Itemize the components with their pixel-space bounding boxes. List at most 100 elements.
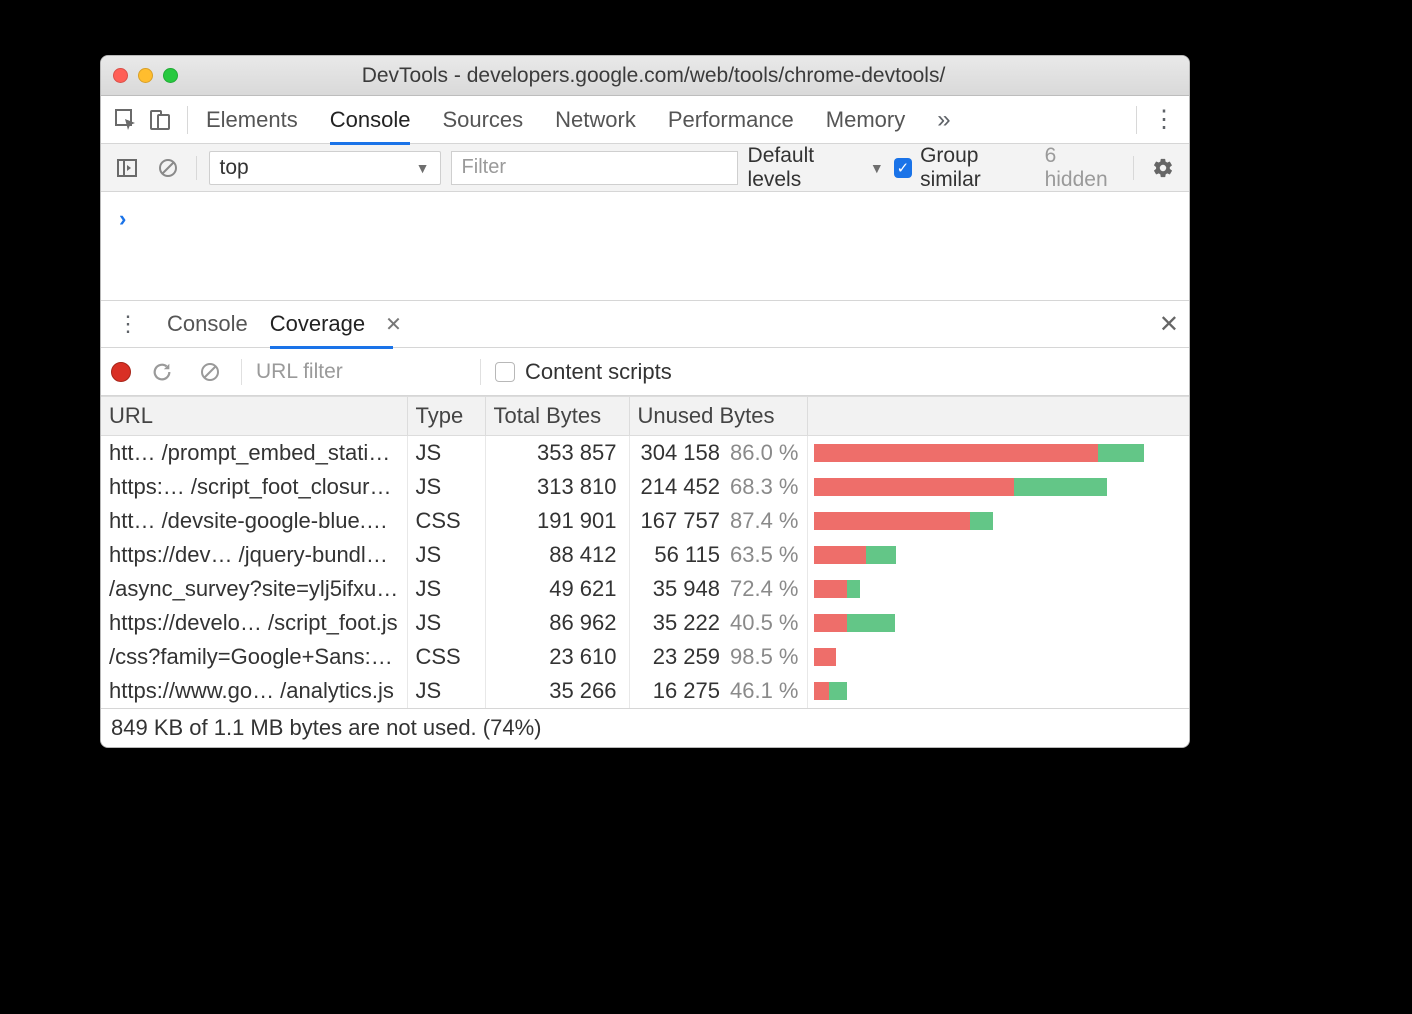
cell-url: /css?family=Google+Sans:400 [101,640,407,674]
cell-usage-bar [807,572,1189,606]
main-tabstrip: Elements Console Sources Network Perform… [101,96,1189,144]
context-value: top [220,156,249,180]
cell-type: JS [407,606,485,640]
cell-total-bytes: 88 412 [485,538,629,572]
table-header-row: URL Type Total Bytes Unused Bytes [101,397,1189,436]
table-row[interactable]: https:… /script_foot_closure.jsJS313 810… [101,470,1189,504]
divider [196,156,197,180]
cell-type: CSS [407,504,485,538]
cell-unused-bytes: 23 25998.5 % [629,640,807,674]
inspect-element-icon[interactable] [109,103,143,137]
coverage-toolbar: Content scripts [101,348,1189,396]
console-sidebar-toggle-icon[interactable] [111,151,142,185]
table-row[interactable]: /async_survey?site=ylj5ifxusvvJS49 62135… [101,572,1189,606]
group-similar-checkbox[interactable]: ✓ Group similar [894,144,1035,192]
table-row[interactable]: https://dev… /jquery-bundle.jsJS88 41256… [101,538,1189,572]
col-header-bar[interactable] [807,397,1189,436]
content-scripts-label: Content scripts [525,359,672,385]
content-scripts-checkbox[interactable]: Content scripts [495,359,672,385]
main-tabs: Elements Console Sources Network Perform… [206,97,1126,143]
table-row[interactable]: htt… /devsite-google-blue.cssCSS191 9011… [101,504,1189,538]
cell-type: JS [407,538,485,572]
col-header-unused[interactable]: Unused Bytes [629,397,807,436]
coverage-table: URL Type Total Bytes Unused Bytes htt… /… [101,396,1189,708]
cell-unused-bytes: 35 22240.5 % [629,606,807,640]
cell-total-bytes: 313 810 [485,470,629,504]
cell-usage-bar [807,538,1189,572]
titlebar: DevTools - developers.google.com/web/too… [101,56,1189,96]
levels-label: Default levels [748,144,862,192]
window-title: DevTools - developers.google.com/web/too… [190,64,1177,88]
cell-unused-bytes: 16 27546.1 % [629,674,807,708]
traffic-lights [113,68,178,83]
cell-url: https:… /script_foot_closure.js [101,470,407,504]
cell-usage-bar [807,674,1189,708]
cell-unused-bytes: 214 45268.3 % [629,470,807,504]
more-options-icon[interactable]: ⋮ [1147,103,1181,137]
url-filter-input[interactable] [256,360,466,384]
clear-icon[interactable] [193,355,227,389]
reload-icon[interactable] [145,355,179,389]
close-drawer-icon[interactable]: ✕ [1159,310,1179,339]
col-header-type[interactable]: Type [407,397,485,436]
tab-sources[interactable]: Sources [442,97,523,143]
coverage-status-bar: 849 KB of 1.1 MB bytes are not used. (74… [101,708,1189,747]
tab-network[interactable]: Network [555,97,636,143]
prompt-caret-icon: › [119,206,126,232]
close-tab-icon[interactable]: ✕ [385,312,402,337]
chevron-down-icon: ▼ [416,160,430,176]
zoom-window-button[interactable] [163,68,178,83]
log-levels-select[interactable]: Default levels ▼ [748,144,884,192]
cell-url: htt… /devsite-google-blue.css [101,504,407,538]
divider [241,359,242,385]
table-row[interactable]: https://www.go… /analytics.jsJS35 26616 … [101,674,1189,708]
tabs-overflow-button[interactable]: » [937,106,947,134]
cell-url: htt… /prompt_embed_static.js [101,436,407,471]
table-row[interactable]: https://develo… /script_foot.jsJS86 9623… [101,606,1189,640]
toggle-device-toolbar-icon[interactable] [143,103,177,137]
cell-usage-bar [807,606,1189,640]
group-similar-label: Group similar [920,144,1034,192]
cell-type: CSS [407,640,485,674]
cell-type: JS [407,674,485,708]
divider [1136,106,1137,134]
close-window-button[interactable] [113,68,128,83]
execution-context-select[interactable]: top ▼ [209,151,441,185]
col-header-url[interactable]: URL [101,397,407,436]
tab-console[interactable]: Console [330,97,411,143]
tab-elements[interactable]: Elements [206,97,298,143]
cell-url: https://dev… /jquery-bundle.js [101,538,407,572]
drawer-tab-coverage[interactable]: Coverage [270,301,365,347]
cell-url: /async_survey?site=ylj5ifxusvv [101,572,407,606]
console-settings-icon[interactable] [1148,151,1179,185]
tab-memory[interactable]: Memory [826,97,905,143]
devtools-window: DevTools - developers.google.com/web/too… [100,55,1190,748]
cell-url: https://www.go… /analytics.js [101,674,407,708]
hidden-count[interactable]: 6 hidden [1045,144,1119,192]
drawer-tab-console[interactable]: Console [167,301,248,347]
drawer-tabstrip: ⋮ Console Coverage ✕ ✕ [101,300,1189,348]
cell-url: https://develo… /script_foot.js [101,606,407,640]
console-filter-input[interactable] [451,151,738,185]
table-row[interactable]: /css?family=Google+Sans:400CSS23 61023 2… [101,640,1189,674]
cell-total-bytes: 353 857 [485,436,629,471]
cell-type: JS [407,470,485,504]
table-row[interactable]: htt… /prompt_embed_static.jsJS353 857304… [101,436,1189,471]
drawer-more-icon[interactable]: ⋮ [111,307,145,341]
record-button[interactable] [111,362,131,382]
minimize-window-button[interactable] [138,68,153,83]
cell-type: JS [407,436,485,471]
cell-unused-bytes: 167 75787.4 % [629,504,807,538]
col-header-total[interactable]: Total Bytes [485,397,629,436]
console-body[interactable]: › [101,192,1189,300]
divider [187,106,188,134]
chevron-down-icon: ▼ [870,160,884,176]
cell-unused-bytes: 35 94872.4 % [629,572,807,606]
cell-usage-bar [807,504,1189,538]
clear-console-icon[interactable] [152,151,183,185]
cell-total-bytes: 191 901 [485,504,629,538]
cell-type: JS [407,572,485,606]
cell-total-bytes: 49 621 [485,572,629,606]
checkbox-checked-icon: ✓ [894,158,912,178]
tab-performance[interactable]: Performance [668,97,794,143]
